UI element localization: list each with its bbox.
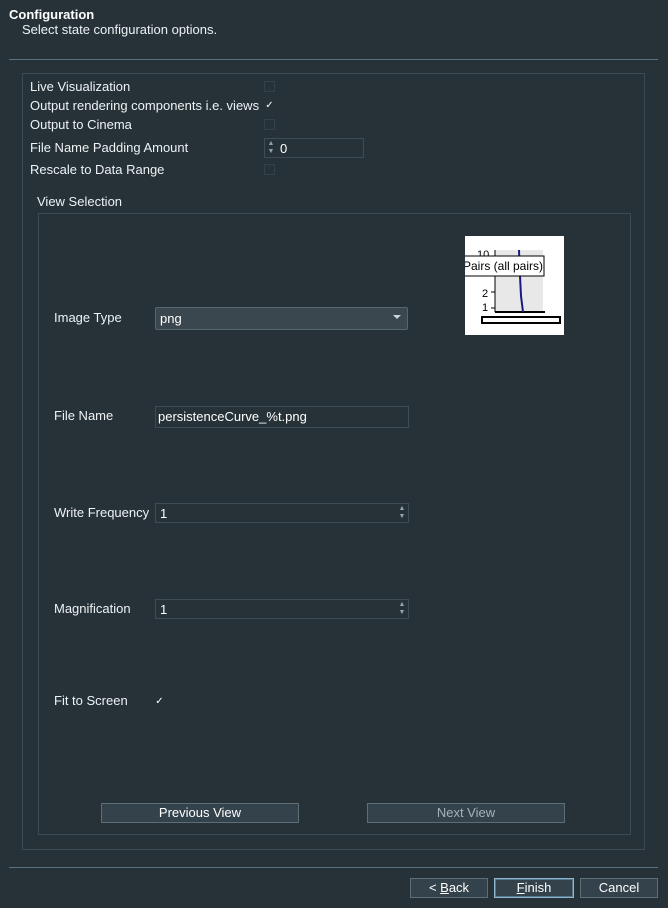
back-mnemonic: B (440, 880, 449, 895)
image-type-value: png (160, 311, 182, 326)
output-rendering-checkbox[interactable]: ✓ (264, 100, 275, 111)
finish-button[interactable]: Finish (494, 878, 574, 898)
live-visualization-label: Live Visualization (30, 79, 131, 94)
view-selection-title: View Selection (37, 194, 123, 209)
spin-arrows-icon[interactable]: ▲ ▼ (266, 140, 276, 156)
check-icon: ✓ (155, 696, 164, 707)
image-type-dropdown[interactable]: png (155, 307, 408, 330)
back-prefix: < (428, 880, 441, 895)
file-name-label: File Name (54, 408, 114, 423)
file-name-input[interactable]: persistenceCurve_%t.png (155, 406, 409, 428)
finish-mnemonic: F (516, 880, 525, 895)
magnification-value: 1 (160, 602, 168, 617)
padding-spinbox[interactable]: ▲ ▼ 0 (264, 138, 364, 158)
image-type-label: Image Type (54, 310, 122, 325)
rescale-label: Rescale to Data Range (30, 162, 165, 177)
finish-label: inish (524, 880, 552, 895)
padding-value: 0 (280, 141, 288, 156)
back-button[interactable]: < Back (410, 878, 488, 898)
live-visualization-checkbox[interactable] (264, 81, 275, 92)
output-cinema-checkbox[interactable] (264, 119, 275, 130)
spin-arrows-icon[interactable]: ▲ ▼ (397, 505, 407, 521)
write-frequency-value: 1 (160, 506, 168, 521)
chevron-down-icon (393, 315, 401, 319)
page-title: Configuration (9, 7, 95, 22)
page-subtitle: Select state configuration options. (22, 22, 218, 37)
footer-divider (9, 867, 658, 868)
fit-to-screen-checkbox[interactable]: ✓ (154, 696, 165, 707)
preview-tick-low: 1 (482, 302, 488, 314)
check-icon: ✓ (265, 100, 274, 111)
write-frequency-label: Write Frequency (54, 505, 150, 520)
view-preview-thumbnail[interactable]: 10 2 1 Pairs (all pairs) (465, 236, 564, 335)
spin-arrows-icon[interactable]: ▲ ▼ (397, 601, 407, 617)
cancel-button[interactable]: Cancel (580, 878, 658, 898)
rescale-checkbox[interactable] (264, 164, 275, 175)
preview-legend: Pairs (all pairs) (465, 259, 543, 273)
write-frequency-spinbox[interactable]: 1 ▲ ▼ (155, 503, 409, 523)
padding-label: File Name Padding Amount (30, 140, 189, 155)
header-divider (9, 59, 658, 60)
fit-to-screen-label: Fit to Screen (54, 693, 128, 708)
output-cinema-label: Output to Cinema (30, 117, 132, 132)
preview-tick-mid: 2 (482, 288, 488, 300)
next-view-button[interactable]: Next View (367, 803, 565, 823)
preview-chart: 10 2 1 Pairs (all pairs) (465, 249, 561, 324)
previous-view-button[interactable]: Previous View (101, 803, 299, 823)
magnification-label: Magnification (54, 601, 131, 616)
output-rendering-label: Output rendering components i.e. views (30, 98, 260, 113)
file-name-value: persistenceCurve_%t.png (158, 409, 307, 424)
back-label: ack (448, 880, 470, 895)
magnification-spinbox[interactable]: 1 ▲ ▼ (155, 599, 409, 619)
